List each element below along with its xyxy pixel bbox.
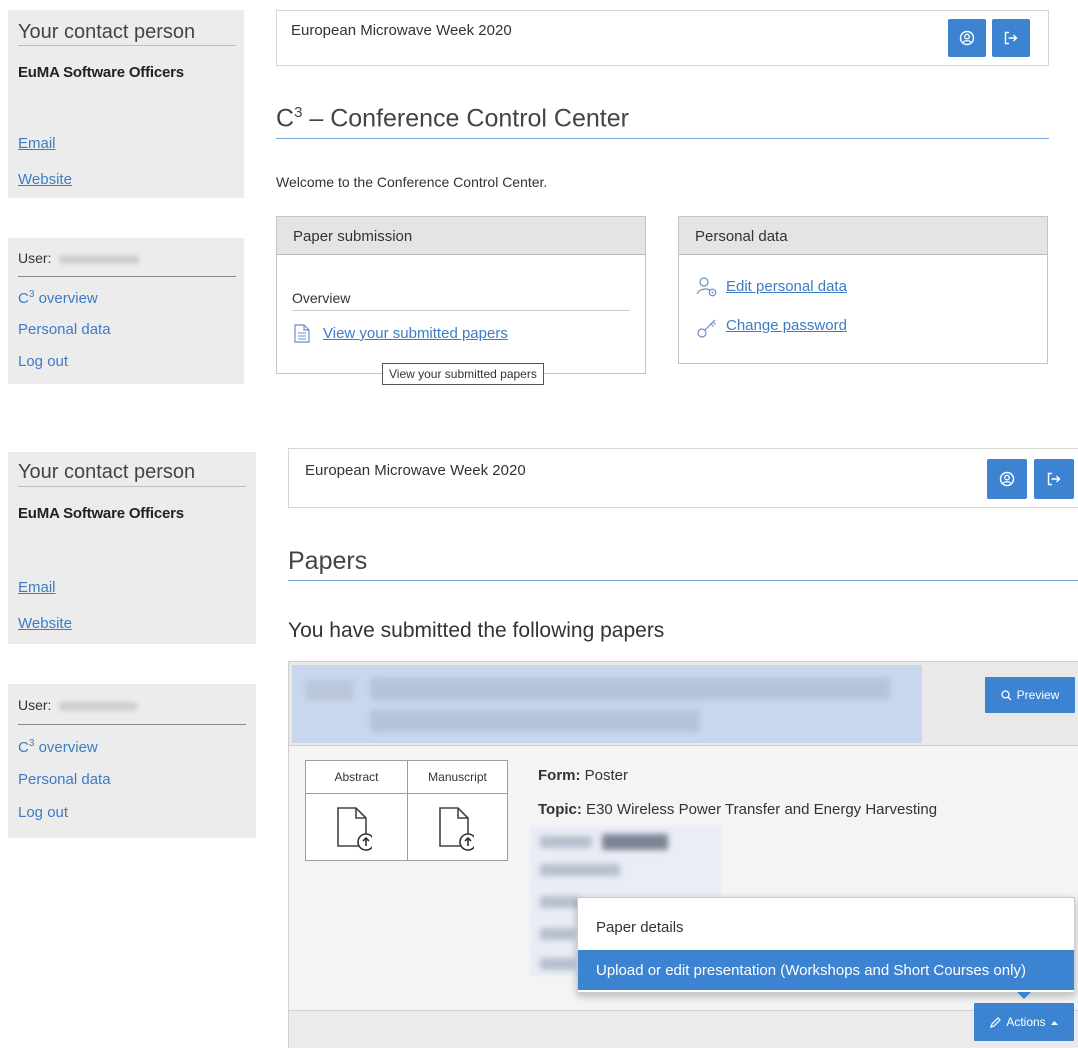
paper-topic-label: Topic: <box>538 801 582 818</box>
dropdown-item-paper-details[interactable]: Paper details <box>578 906 1074 948</box>
actions-button[interactable]: Actions <box>974 1003 1074 1041</box>
nav-c3-overview[interactable]: C3 overview <box>18 289 98 307</box>
profile-button-2[interactable] <box>987 459 1027 499</box>
username-redacted-2 <box>59 701 138 711</box>
user-circle-icon <box>959 30 975 46</box>
logout-icon <box>1047 472 1061 486</box>
submitted-papers-subtitle: You have submitted the following papers <box>288 619 665 642</box>
search-icon <box>1001 689 1012 700</box>
page-title-prefix: C <box>276 104 295 133</box>
logout-button[interactable] <box>992 19 1030 57</box>
logout-icon <box>1004 31 1018 45</box>
user-label-text: User: <box>18 250 52 266</box>
logout-button-2[interactable] <box>1034 459 1074 499</box>
pencil-icon <box>990 1016 1002 1028</box>
email-link-2[interactable]: Email <box>18 579 56 596</box>
website-link-2[interactable]: Website <box>18 615 72 632</box>
key-icon <box>697 319 716 338</box>
event-title: European Microwave Week 2020 <box>291 22 512 39</box>
papers-title: Papers <box>288 547 368 575</box>
paper-id-redacted <box>306 680 354 700</box>
user-divider-2 <box>18 724 246 725</box>
redacted-line-2 <box>540 864 620 876</box>
abstract-cell: Abstract <box>306 761 408 860</box>
manuscript-upload-icon[interactable] <box>438 806 474 852</box>
change-password-link[interactable]: Change password <box>726 317 847 334</box>
redacted-line-5 <box>540 958 576 970</box>
nav-c3-overview-prefix-2: C <box>18 739 29 756</box>
nav-log-out-2[interactable]: Log out <box>18 804 68 821</box>
preview-button[interactable]: Preview <box>985 677 1075 713</box>
user-edit-icon <box>696 277 717 297</box>
nav-log-out[interactable]: Log out <box>18 353 68 370</box>
page-title-suffix: – Conference Control Center <box>302 104 629 133</box>
paper-title-blur-line-1 <box>370 678 890 700</box>
contact-divider <box>18 45 236 46</box>
page-title: C3 – Conference Control Center <box>276 104 629 133</box>
overview-label: Overview <box>292 290 351 306</box>
preview-label: Preview <box>1016 688 1060 702</box>
page-title-rule <box>276 138 1049 139</box>
view-submitted-papers-link[interactable]: View your submitted papers <box>323 325 508 342</box>
paper-form-value: Poster <box>580 767 629 784</box>
contact-person-title: Your contact person <box>18 21 196 43</box>
paper-form: Form: Poster <box>538 767 628 784</box>
redacted-line-4 <box>540 928 576 940</box>
abstract-header: Abstract <box>306 761 407 794</box>
username-redacted <box>59 254 140 264</box>
redacted-line-1 <box>540 836 592 848</box>
paper-topic: Topic: E30 Wireless Power Transfer and E… <box>538 801 937 818</box>
document-icon <box>294 324 310 343</box>
user-label: User: <box>18 250 140 266</box>
redacted-line-1b <box>602 834 668 850</box>
user-label-2: User: <box>18 697 138 713</box>
contact-name: EuMA Software Officers <box>18 64 184 81</box>
dropdown-arrow <box>1017 992 1031 999</box>
abstract-upload-icon[interactable] <box>336 806 372 852</box>
actions-dropdown: Paper details Upload or edit presentatio… <box>577 897 1075 993</box>
paper-title-blur-line-2 <box>370 710 700 732</box>
nav-c3-overview-suffix-2: overview <box>34 739 98 756</box>
contact-person-title-2: Your contact person <box>18 461 196 483</box>
redacted-line-3 <box>540 896 580 908</box>
welcome-text: Welcome to the Conference Control Center… <box>276 174 548 190</box>
file-table: Abstract Manuscript <box>305 760 508 861</box>
profile-button[interactable] <box>948 19 986 57</box>
user-label-text-2: User: <box>18 697 52 713</box>
overview-divider <box>292 310 630 311</box>
email-link[interactable]: Email <box>18 135 56 152</box>
dropdown-item-upload-presentation[interactable]: Upload or edit presentation (Workshops a… <box>578 950 1074 990</box>
view-papers-tooltip: View your submitted papers <box>382 363 544 385</box>
paper-footer <box>289 1010 1078 1048</box>
nav-c3-overview-prefix: C <box>18 290 29 307</box>
paper-submission-card-title: Paper submission <box>277 217 645 255</box>
user-circle-icon <box>999 471 1015 487</box>
actions-label: Actions <box>1006 1015 1046 1029</box>
manuscript-cell: Manuscript <box>408 761 507 860</box>
event-title-2: European Microwave Week 2020 <box>305 462 526 479</box>
contact-divider-2 <box>18 486 246 487</box>
caret-up-icon <box>1050 1020 1058 1025</box>
paper-form-label: Form: <box>538 767 581 784</box>
personal-data-card-title: Personal data <box>679 217 1047 255</box>
manuscript-header: Manuscript <box>408 761 507 794</box>
edit-personal-data-link[interactable]: Edit personal data <box>726 278 847 295</box>
contact-name-2: EuMA Software Officers <box>18 505 184 522</box>
paper-topic-value: E30 Wireless Power Transfer and Energy H… <box>581 801 938 818</box>
website-link[interactable]: Website <box>18 171 72 188</box>
nav-c3-overview-2[interactable]: C3 overview <box>18 738 98 756</box>
nav-personal-data-2[interactable]: Personal data <box>18 771 111 788</box>
nav-personal-data[interactable]: Personal data <box>18 321 111 338</box>
papers-title-rule <box>288 580 1078 581</box>
user-divider <box>18 276 236 277</box>
nav-c3-overview-suffix: overview <box>34 290 98 307</box>
